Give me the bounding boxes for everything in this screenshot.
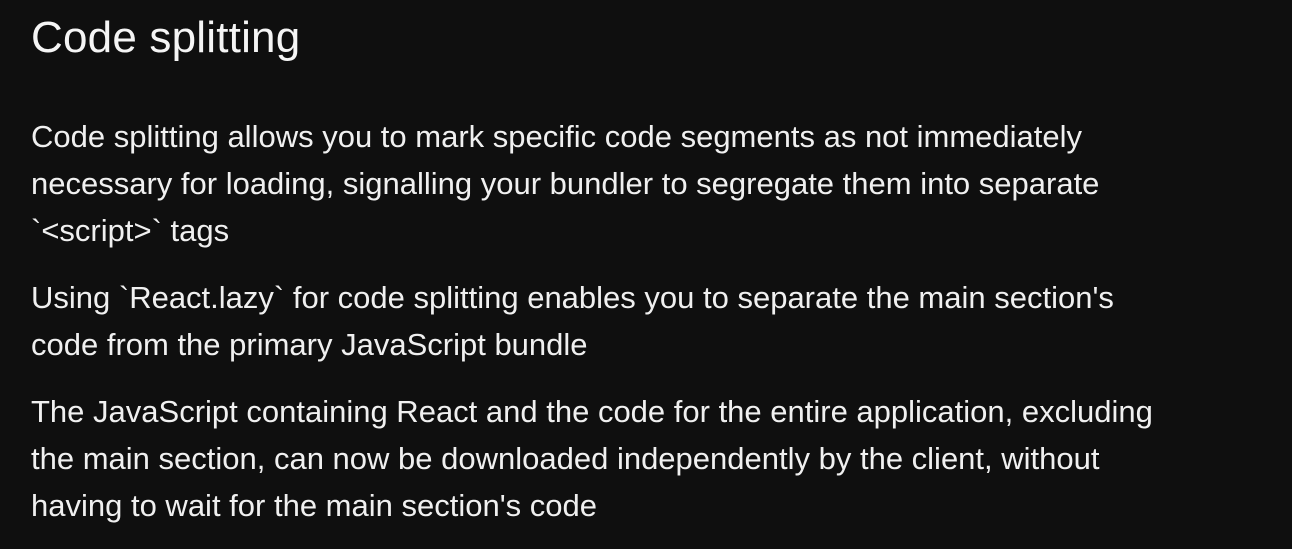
paragraph-react-lazy: Using `React.lazy` for code splitting en… — [31, 274, 1279, 368]
slide: Code splitting Code splitting allows you… — [0, 0, 1292, 531]
slide-body: Code splitting allows you to mark specif… — [31, 113, 1279, 549]
paragraph-line: necessary for loading, signalling your b… — [31, 166, 1100, 201]
paragraph-line: code from the primary JavaScript bundle — [31, 327, 588, 362]
paragraph-line: Using `React.lazy` for code splitting en… — [31, 280, 1114, 315]
paragraph-line: The JavaScript containing React and the … — [31, 394, 1153, 429]
paragraph-code-splitting-definition: Code splitting allows you to mark specif… — [31, 113, 1279, 254]
paragraph-line: having to wait for the main section's co… — [31, 488, 597, 523]
paragraph-independent-download: The JavaScript containing React and the … — [31, 388, 1279, 529]
paragraph-line: `<script>` tags — [31, 213, 230, 248]
slide-title: Code splitting — [31, 13, 301, 62]
paragraph-line: the main section, can now be downloaded … — [31, 441, 1100, 476]
paragraph-line: Code splitting allows you to mark specif… — [31, 119, 1083, 154]
